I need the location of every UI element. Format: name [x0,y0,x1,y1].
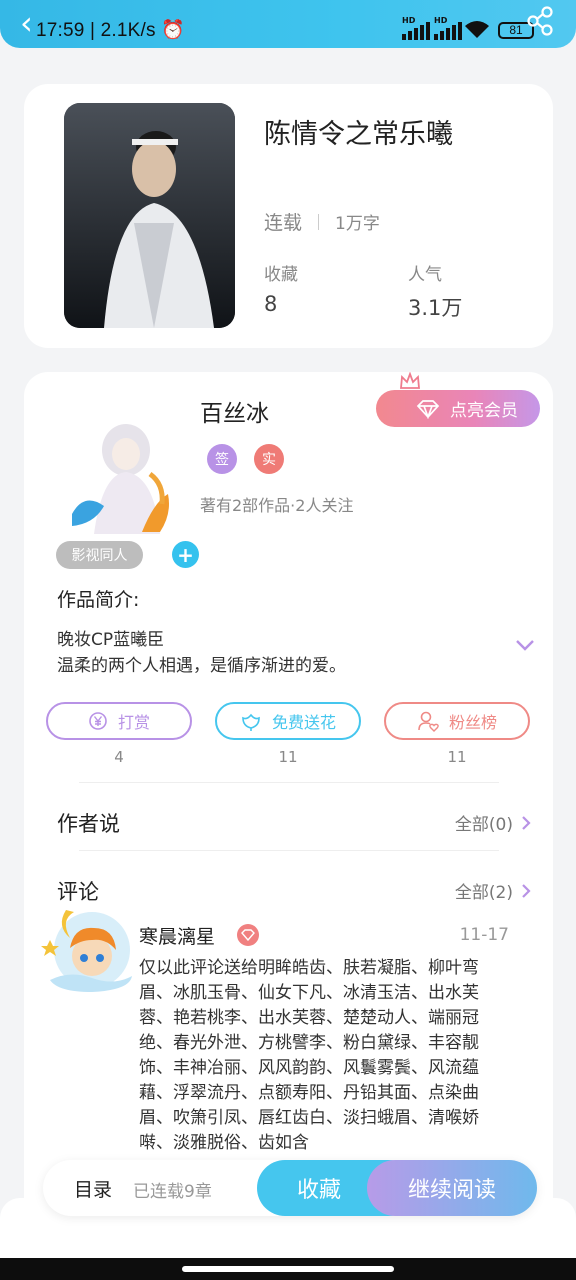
fan-count: 11 [447,748,467,766]
user-heart-icon [418,711,439,732]
vip-gem-icon [237,924,259,946]
signal-icon: HD [402,16,430,40]
verified-badge: 实 [254,444,284,474]
comments-more-label: 全部(2) [454,883,513,903]
comment-date: 11-17 [459,925,509,945]
alarm-icon: ⏰ [161,20,186,41]
continue-reading-label: 继续阅读 [407,1178,496,1203]
author-detail-card: 百丝冰 点亮会员 签 实 著有2部作品·2人关注 影视同人 + 作品简介: 晚妆… [24,372,553,1272]
status-time: 17:59 | 2.1K/s ⏰ [36,20,186,41]
favorites-value: 8 [264,292,278,316]
net-speed-text: 2.1K/s [100,20,156,41]
author-name[interactable]: 百丝冰 [200,394,269,428]
favorites-label: 收藏 [264,265,298,285]
book-title: 陈情令之常乐曦 [264,119,453,150]
crown-icon [400,372,420,389]
comments-more-link[interactable]: 全部(2) [455,878,531,903]
commenter-name[interactable]: 寒晨漓星 [139,922,215,949]
clock-text: 17:59 [36,20,85,41]
share-icon[interactable] [526,6,554,36]
comment-text: 仅以此评论送给明眸皓齿、肤若凝脂、柳叶弯眉、冰肌玉骨、仙女下凡、冰清玉洁、出水芙… [139,958,479,1153]
book-info-card: 陈情令之常乐曦 连载 1万字 收藏 8 人气 3.1万 [24,84,553,348]
send-flower-button[interactable]: 免费送花 [215,702,361,740]
battery-level: 81 [509,23,523,37]
add-favorite-label: 收藏 [296,1178,341,1203]
chevron-right-icon [522,883,531,898]
bottom-action-bar: 目录 已连载9章 收藏 继续阅读 [43,1160,537,1216]
serial-chapters-text: 已连载9章 [133,1182,212,1202]
vip-button-label: 点亮会员 [450,401,518,421]
intro-label: 作品简介: [57,589,140,611]
wifi-icon [465,21,489,38]
chevron-right-icon [522,815,531,830]
intro-line-2: 温柔的两个人相遇，是循序渐进的爱。 [57,656,346,676]
book-meta: 连载 1万字 [264,208,380,235]
home-indicator[interactable] [182,1266,394,1272]
continue-reading-button[interactable]: 继续阅读 [367,1160,537,1216]
tip-label: 打赏 [117,713,150,732]
status-bar: ‹ 17:59 | 2.1K/s ⏰ HD HD 81 [0,0,576,48]
tip-count: 4 [114,748,124,766]
yen-coin-icon [89,712,107,730]
tip-button[interactable]: 打赏 [46,702,192,740]
popularity-label: 人气 [408,265,442,285]
meta-divider [318,213,320,230]
book-cover-image[interactable] [64,103,235,328]
author-avatar[interactable] [64,414,186,534]
back-arrow-icon[interactable]: ‹ [20,4,33,42]
fan-ranking-label: 粉丝榜 [448,713,497,732]
category-tag[interactable]: 影视同人 [56,541,143,569]
book-status: 连载 [264,212,303,234]
hd-label: HD [402,16,416,25]
flower-icon [242,713,260,731]
author-says-more-label: 全部(0) [454,815,513,835]
author-says-title: 作者说 [57,812,120,836]
send-flower-label: 免费送花 [271,713,336,732]
signal-icon-2: HD [434,16,462,40]
diamond-icon [416,399,440,419]
book-word-count: 1万字 [335,214,380,234]
author-says-more-link[interactable]: 全部(0) [455,810,531,835]
vip-button[interactable]: 点亮会员 [376,390,540,427]
divider [79,782,499,783]
home-indicator-bar [0,1258,576,1280]
hd-label-2: HD [434,16,448,25]
popularity-value: 3.1万 [408,296,463,320]
flower-count: 11 [278,748,298,766]
chevron-down-icon[interactable] [514,638,536,652]
fan-ranking-button[interactable]: 粉丝榜 [384,702,530,740]
signed-badge: 签 [207,444,237,474]
toc-button[interactable]: 目录 [74,1175,112,1202]
divider [79,850,499,851]
intro-line-1: 晚妆CP蓝曦臣 [57,630,165,650]
author-works-info: 著有2部作品·2人关注 [200,496,354,515]
commenter-avatar[interactable] [40,900,138,996]
add-tag-icon[interactable]: + [172,541,199,568]
